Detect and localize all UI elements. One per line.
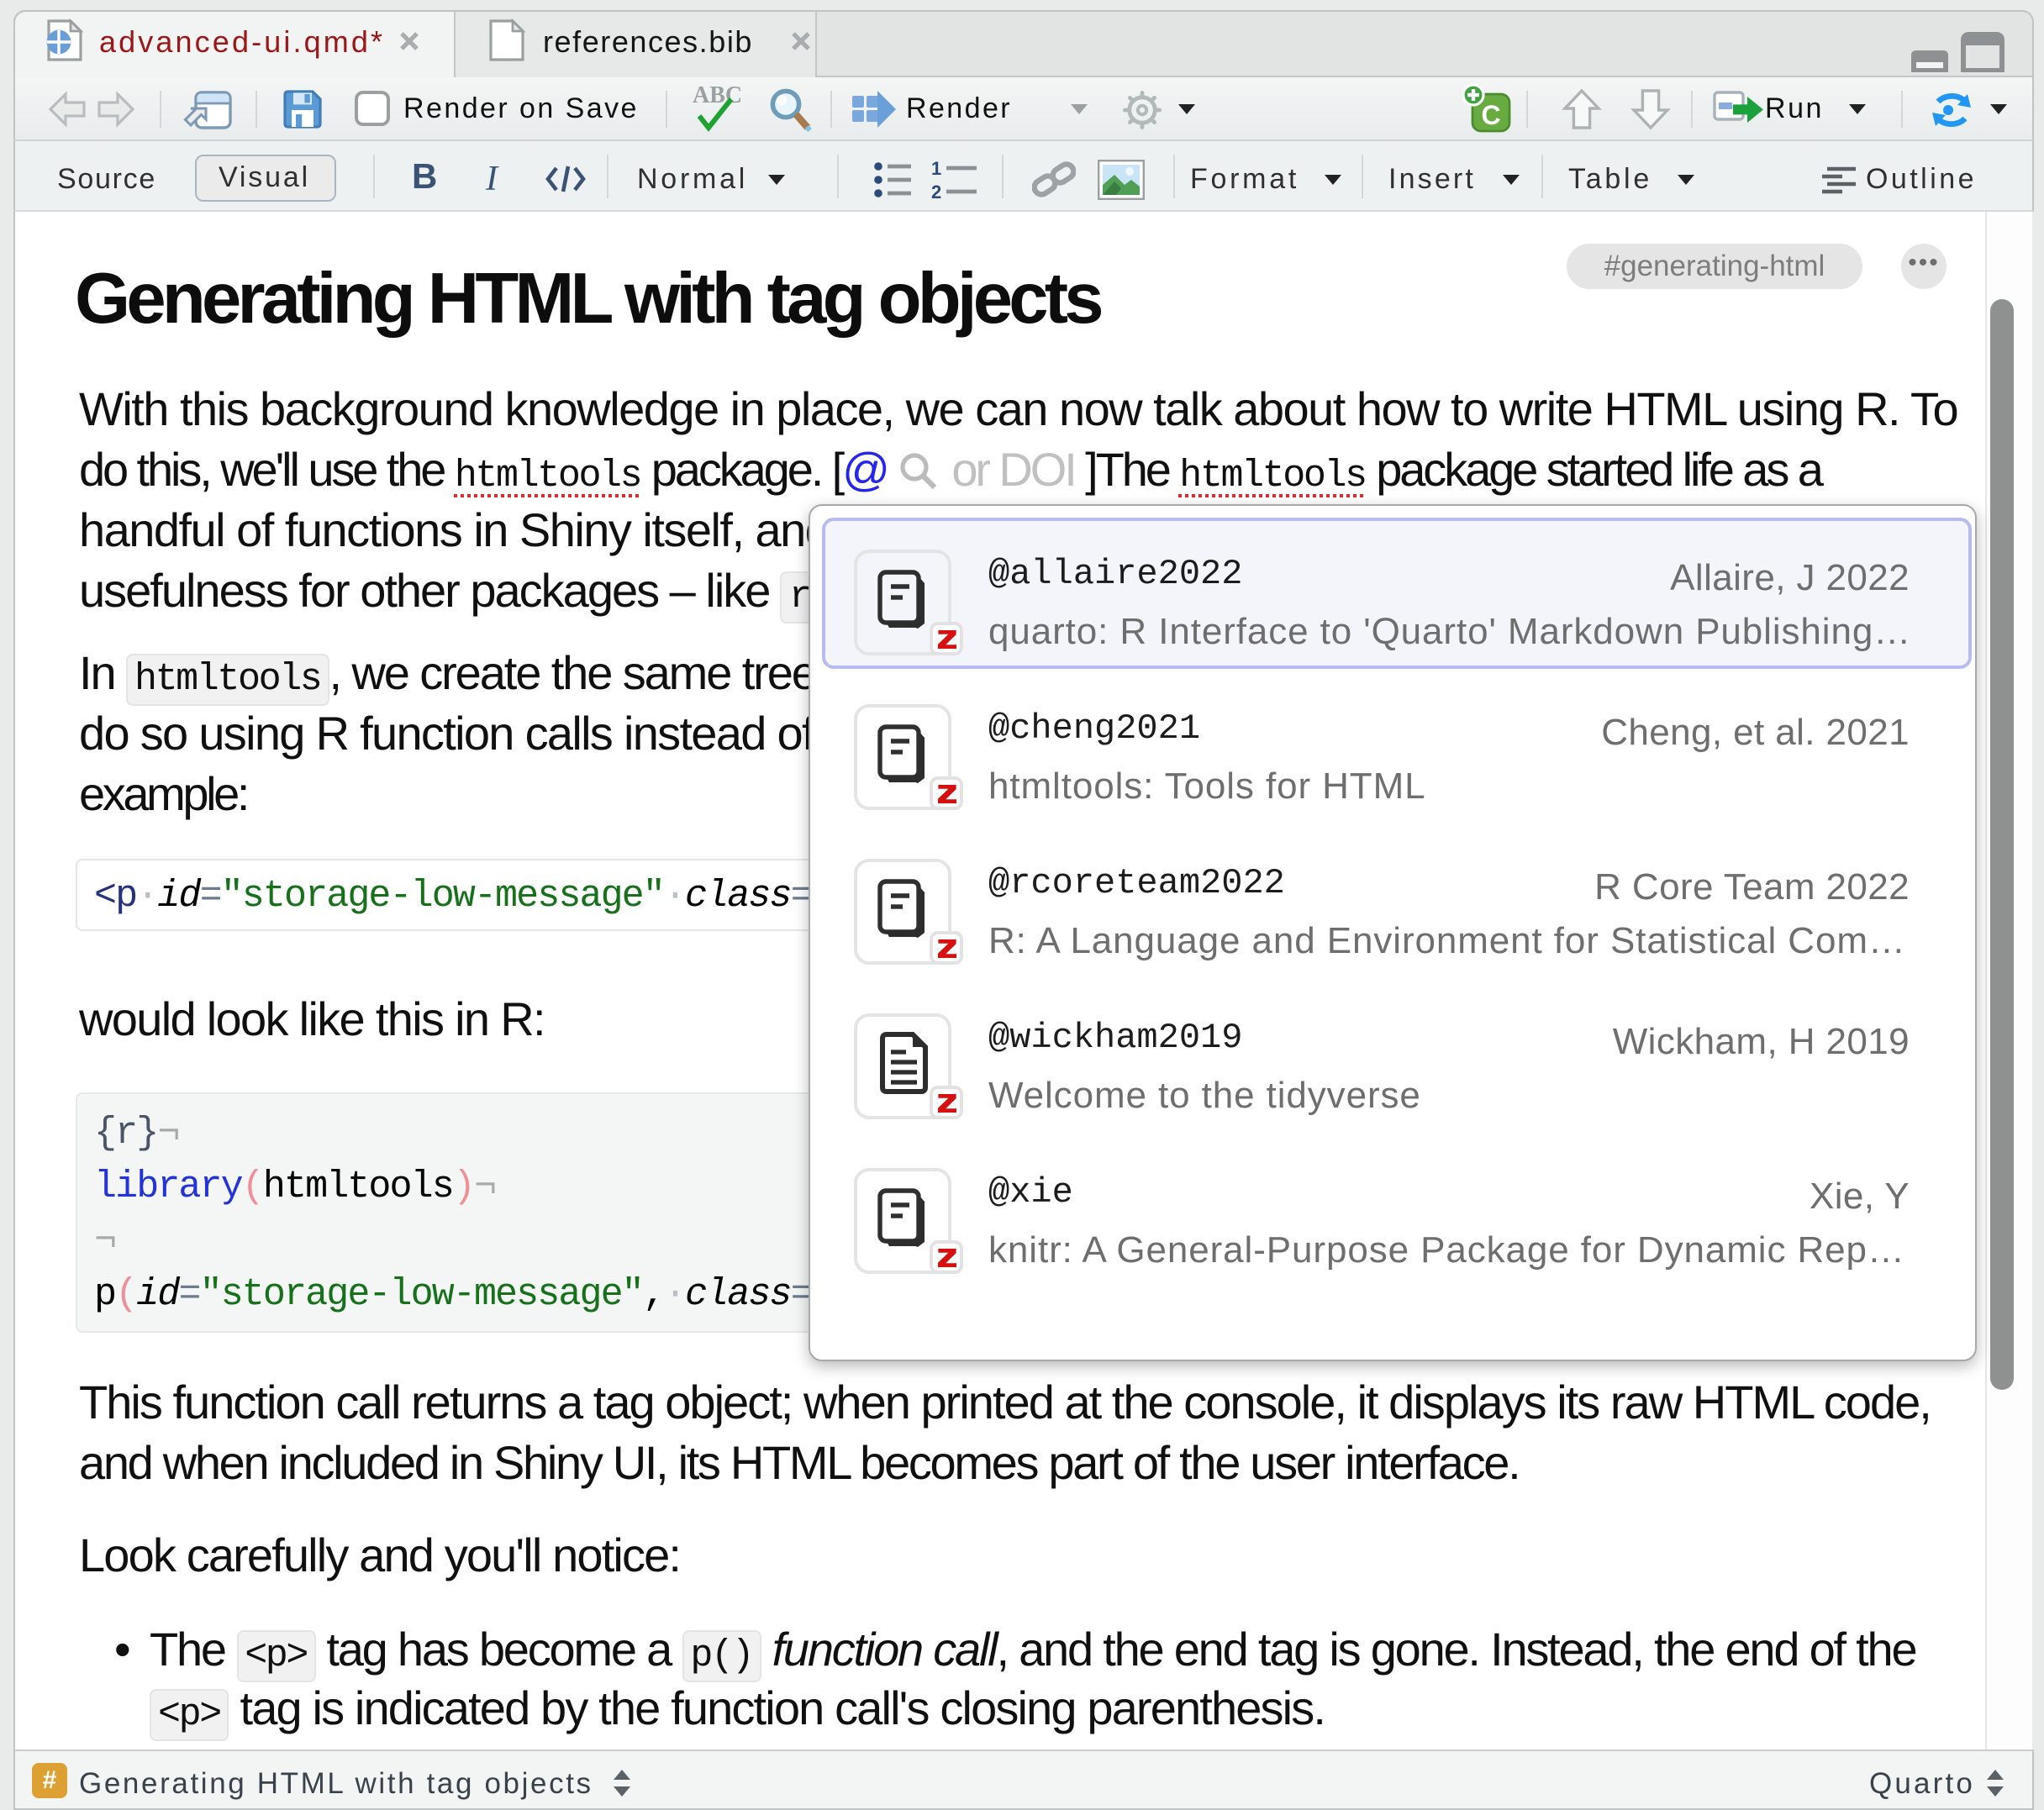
svg-text:C: C: [1481, 100, 1500, 130]
svg-text:2: 2: [931, 182, 941, 202]
svg-text:1: 1: [931, 158, 941, 179]
